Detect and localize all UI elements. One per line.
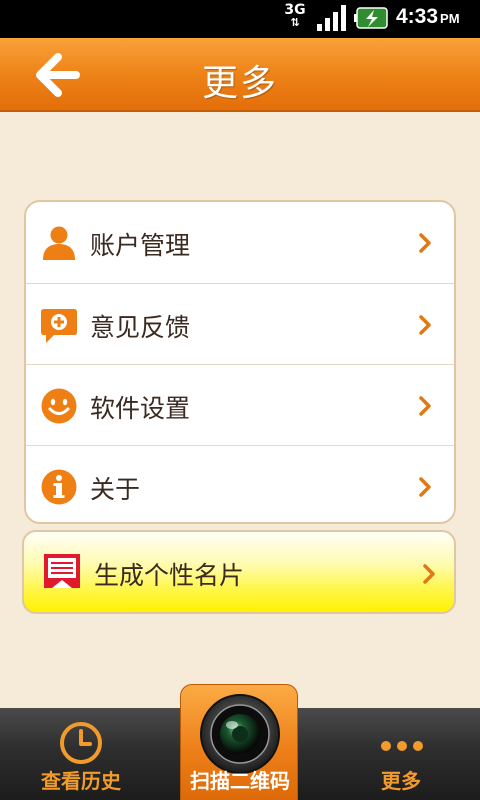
status-bar: 3G ⇅ 4:33 PM bbox=[0, 0, 480, 38]
data-arrows-icon: ⇅ bbox=[290, 16, 300, 29]
smiley-icon bbox=[41, 388, 77, 424]
network-3g-icon: 3G ⇅ bbox=[279, 3, 311, 33]
nav-scan-qr[interactable]: 扫描二维码 bbox=[180, 684, 298, 800]
camera-lens-icon bbox=[200, 694, 280, 774]
signal-strength-icon bbox=[317, 5, 346, 31]
chevron-right-icon bbox=[423, 564, 435, 584]
menu-item-account[interactable]: 账户管理 bbox=[26, 202, 454, 282]
chevron-right-icon bbox=[419, 396, 431, 416]
menu-item-label: 账户管理 bbox=[90, 231, 191, 260]
header: 更多 bbox=[0, 38, 480, 112]
clock-icon bbox=[60, 722, 102, 764]
nav-scan-label: 扫描二维码 bbox=[190, 769, 290, 793]
chevron-right-icon bbox=[419, 315, 431, 335]
generate-card-label: 生成个性名片 bbox=[94, 561, 245, 590]
clock: 4:33 PM bbox=[396, 5, 460, 29]
clock-time: 4:33 bbox=[396, 5, 439, 28]
chevron-right-icon bbox=[419, 477, 431, 497]
nav-more[interactable]: 更多 bbox=[340, 708, 462, 800]
nav-history-label: 查看历史 bbox=[41, 769, 121, 793]
menu-item-label: 关于 bbox=[90, 475, 141, 504]
menu-item-feedback[interactable]: 意见反馈 bbox=[26, 283, 454, 363]
chevron-right-icon bbox=[419, 233, 431, 253]
clock-ampm: PM bbox=[440, 11, 460, 26]
info-icon bbox=[41, 469, 77, 505]
menu-item-label: 意见反馈 bbox=[90, 313, 191, 342]
page-title: 更多 bbox=[201, 63, 278, 104]
business-card-icon bbox=[44, 554, 80, 588]
settings-menu: 账户管理 意见反馈 软件设置 关于 bbox=[24, 200, 456, 524]
menu-item-label: 软件设置 bbox=[90, 394, 191, 423]
menu-item-about[interactable]: 关于 bbox=[26, 445, 454, 522]
nav-history[interactable]: 查看历史 bbox=[20, 708, 142, 800]
user-icon bbox=[43, 226, 75, 260]
battery-charging-icon bbox=[354, 7, 388, 29]
feedback-bubble-icon bbox=[41, 309, 77, 343]
menu-item-settings[interactable]: 软件设置 bbox=[26, 364, 454, 444]
generate-card-button[interactable]: 生成个性名片 bbox=[22, 530, 456, 614]
more-dots-icon bbox=[381, 741, 423, 751]
nav-more-label: 更多 bbox=[381, 769, 421, 793]
